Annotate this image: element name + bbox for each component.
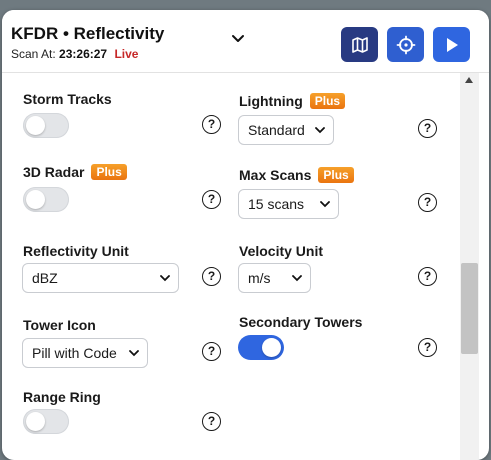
tower-icon-label: Tower Icon bbox=[23, 317, 96, 333]
locate-button[interactable] bbox=[387, 27, 424, 62]
velocity-unit-label: Velocity Unit bbox=[239, 243, 324, 259]
scrollbar[interactable] bbox=[460, 73, 479, 460]
chevron-down-icon bbox=[129, 350, 139, 357]
3d-radar-label: 3D Radar Plus bbox=[23, 164, 127, 180]
reflectivity-unit-value: dBZ bbox=[32, 270, 58, 286]
range-ring-help-icon[interactable]: ? bbox=[202, 412, 221, 431]
lightning-select[interactable]: Standard bbox=[238, 115, 334, 145]
map-icon bbox=[351, 36, 368, 53]
max-scans-value: 15 scans bbox=[248, 196, 305, 212]
range-ring-toggle[interactable] bbox=[23, 409, 69, 434]
tower-icon-help-icon[interactable]: ? bbox=[202, 342, 221, 361]
scroll-up-arrow-icon[interactable] bbox=[465, 77, 473, 83]
secondary-towers-label: Secondary Towers bbox=[239, 314, 363, 330]
settings-content: Storm Tracks ? Lightning Plus Standard ? … bbox=[2, 73, 460, 460]
scroll-thumb[interactable] bbox=[461, 263, 478, 354]
scan-status: Scan At: 23:26:27 Live bbox=[11, 47, 138, 61]
max-scans-label-text: Max Scans bbox=[239, 167, 312, 183]
chevron-down-icon bbox=[292, 275, 302, 282]
secondary-towers-help-icon[interactable]: ? bbox=[418, 338, 437, 357]
toggle-knob bbox=[26, 190, 45, 209]
toggle-knob bbox=[262, 338, 281, 357]
lightning-label: Lightning Plus bbox=[239, 93, 346, 109]
storm-tracks-label: Storm Tracks bbox=[23, 91, 112, 107]
map-button[interactable] bbox=[341, 27, 378, 62]
play-icon bbox=[446, 37, 458, 52]
plus-badge: Plus bbox=[309, 93, 346, 109]
toggle-knob bbox=[26, 412, 45, 431]
chevron-down-icon bbox=[320, 201, 330, 208]
page-title: KFDR • Reflectivity bbox=[11, 24, 165, 43]
range-ring-label: Range Ring bbox=[23, 389, 101, 405]
lightning-help-icon[interactable]: ? bbox=[418, 119, 437, 138]
max-scans-help-icon[interactable]: ? bbox=[418, 193, 437, 212]
toggle-knob bbox=[26, 116, 45, 135]
velocity-unit-select[interactable]: m/s bbox=[238, 263, 311, 293]
lightning-label-text: Lightning bbox=[239, 93, 303, 109]
settings-panel: KFDR • Reflectivity Scan At: 23:26:27 Li… bbox=[2, 10, 489, 460]
storm-tracks-help-icon[interactable]: ? bbox=[202, 115, 221, 134]
max-scans-label: Max Scans Plus bbox=[239, 167, 354, 183]
chevron-down-icon bbox=[160, 275, 170, 282]
storm-tracks-toggle[interactable] bbox=[23, 113, 69, 138]
plus-badge: Plus bbox=[91, 164, 127, 180]
3d-radar-label-text: 3D Radar bbox=[23, 164, 85, 180]
tower-icon-value: Pill with Code bbox=[32, 345, 117, 361]
secondary-towers-toggle[interactable] bbox=[238, 335, 284, 360]
scan-label: Scan At: bbox=[11, 47, 56, 61]
scan-time: 23:26:27 bbox=[59, 47, 108, 61]
chevron-down-icon bbox=[315, 127, 325, 134]
reflectivity-unit-help-icon[interactable]: ? bbox=[202, 267, 221, 286]
live-badge: Live bbox=[114, 47, 139, 61]
plus-badge: Plus bbox=[318, 167, 354, 183]
reflectivity-unit-select[interactable]: dBZ bbox=[22, 263, 179, 293]
3d-radar-help-icon[interactable]: ? bbox=[202, 190, 221, 209]
lightning-value: Standard bbox=[248, 122, 305, 138]
tower-icon-select[interactable]: Pill with Code bbox=[22, 338, 148, 368]
crosshair-icon bbox=[396, 35, 415, 54]
play-button[interactable] bbox=[433, 27, 470, 62]
header: KFDR • Reflectivity Scan At: 23:26:27 Li… bbox=[2, 10, 489, 73]
3d-radar-toggle[interactable] bbox=[23, 187, 69, 212]
velocity-unit-help-icon[interactable]: ? bbox=[418, 267, 437, 286]
velocity-unit-value: m/s bbox=[248, 270, 271, 286]
max-scans-select[interactable]: 15 scans bbox=[238, 189, 339, 219]
chevron-down-icon[interactable] bbox=[231, 32, 245, 46]
reflectivity-unit-label: Reflectivity Unit bbox=[23, 243, 129, 259]
